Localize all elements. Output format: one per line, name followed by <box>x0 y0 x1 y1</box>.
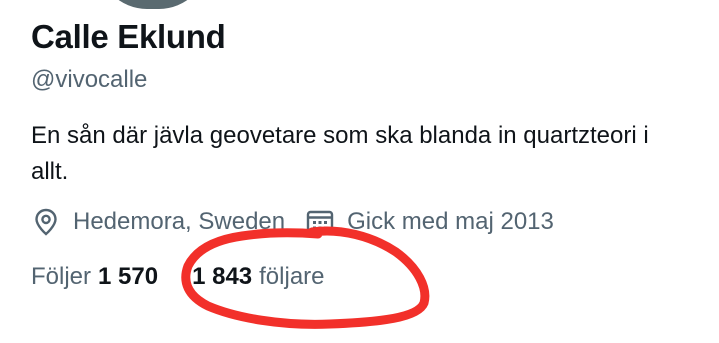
profile-location: Hedemora, Sweden <box>73 208 286 235</box>
profile-joined-date: Gick med maj 2013 <box>347 208 554 235</box>
following-label: Följer <box>31 263 92 290</box>
avatar[interactable] <box>95 0 211 12</box>
followers-label: följare <box>259 263 325 290</box>
followers-count: 1 843 <box>192 263 253 290</box>
calendar-icon <box>305 207 335 237</box>
followers-link[interactable]: 1 843 följare <box>158 263 324 291</box>
profile-bio: En sån där jävla geovetare som ska bland… <box>31 122 649 185</box>
location-pin-icon <box>31 207 61 237</box>
profile-meta: Hedemora, Sweden Gick med maj 2013 <box>31 207 554 237</box>
following-link[interactable]: Följer 1 570 <box>31 263 158 291</box>
profile-handle: @vivocalle <box>31 66 148 93</box>
profile-name: Calle Eklund <box>31 18 226 55</box>
following-count: 1 570 <box>98 263 159 290</box>
follow-stats: Följer 1 570 1 843 följare <box>31 263 325 291</box>
